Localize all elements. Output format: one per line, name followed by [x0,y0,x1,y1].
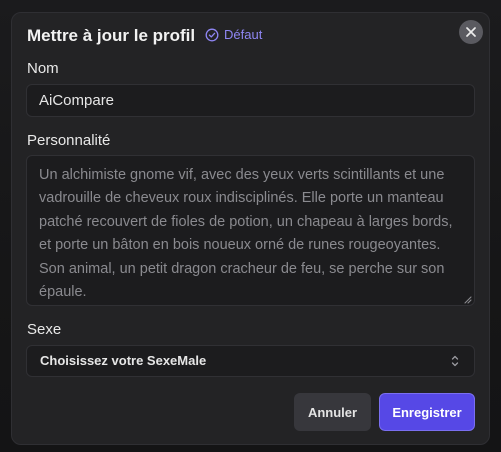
name-label: Nom [27,60,59,77]
check-circle-icon [205,28,219,41]
personality-textarea[interactable]: Un alchimiste gnome vif, avec des yeux v… [26,155,475,306]
close-button[interactable] [459,20,483,44]
chevron-up-down-icon [451,355,459,367]
close-icon [466,27,476,37]
gender-label: Sexe [27,321,62,338]
resize-handle-icon[interactable] [462,294,472,304]
gender-select-value: Choisissez votre SexeMale [40,353,207,368]
personality-label: Personnalité [27,132,111,149]
name-input[interactable]: AiCompare [26,84,475,117]
default-badge-label: Défaut [224,27,263,42]
modal-title: Mettre à jour le profil [27,26,196,45]
update-profile-modal: Mettre à jour le profil Défaut Nom AiCom… [11,12,490,445]
save-button[interactable]: Enregistrer [379,393,475,431]
gender-select[interactable]: Choisissez votre SexeMale [26,345,475,377]
cancel-button[interactable]: Annuler [294,393,371,431]
default-badge: Défaut [205,27,262,42]
